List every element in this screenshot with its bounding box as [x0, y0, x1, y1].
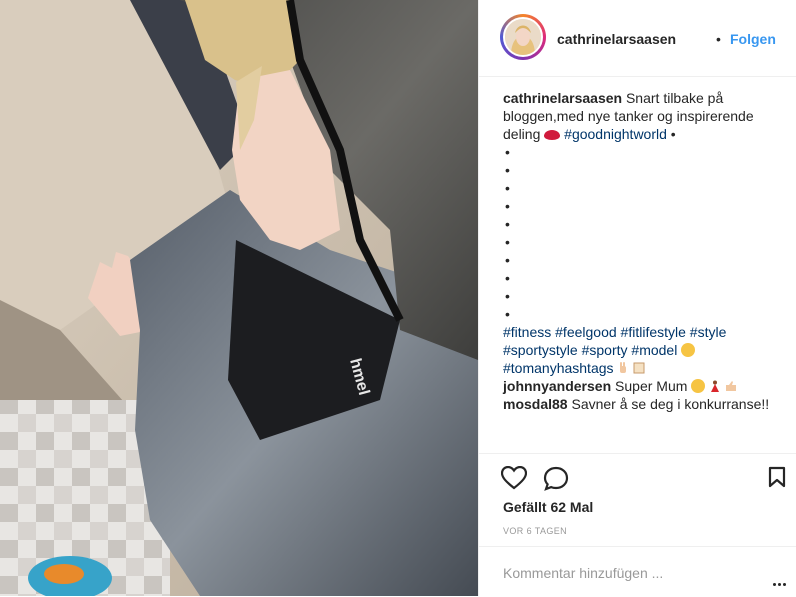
- follow-button[interactable]: Folgen: [730, 31, 776, 47]
- hashtag-feelgood[interactable]: #feelgood: [555, 324, 617, 340]
- add-comment-section: [479, 546, 796, 597]
- comment-item: mosdal88 Savner å se deg i konkurranse!!: [503, 395, 785, 413]
- comment-text: Super Mum: [615, 378, 688, 394]
- comments-list: cathrinelarsaasen Snart tilbake på blogg…: [503, 89, 785, 413]
- post-photo-illustration: hmel: [0, 0, 478, 596]
- hashtag-fitness[interactable]: #fitness: [503, 324, 551, 340]
- caption-username[interactable]: cathrinelarsaasen: [503, 90, 622, 106]
- bullet-line: •: [505, 216, 510, 232]
- action-bar: [479, 453, 796, 491]
- post-header: cathrinelarsaasen • Folgen: [479, 0, 796, 77]
- caption: cathrinelarsaasen Snart tilbake på blogg…: [503, 89, 785, 143]
- separator-dot: •: [716, 31, 721, 47]
- likes-count[interactable]: Gefällt 62 Mal: [503, 499, 593, 515]
- comment-item: johnnyandersen Super Mum: [503, 377, 785, 395]
- scroll-emoji-icon: [633, 362, 645, 374]
- bullet-line: •: [505, 162, 510, 178]
- dancer-emoji-icon: [711, 380, 720, 392]
- hashtag-tomanyhashtags[interactable]: #tomanyhashtags: [503, 360, 614, 376]
- bullet-line: •: [505, 144, 510, 160]
- bullet-line: •: [505, 180, 510, 196]
- post-timestamp[interactable]: VOR 6 TAGEN: [503, 526, 567, 536]
- heart-icon[interactable]: [500, 465, 528, 495]
- comment-bubble-icon[interactable]: [543, 466, 569, 496]
- avatar[interactable]: [503, 17, 543, 57]
- hashtag-sporty[interactable]: #sporty: [582, 342, 628, 358]
- hashtag-sportystyle[interactable]: #sportystyle: [503, 342, 578, 358]
- bullet-line: •: [505, 306, 510, 322]
- thumbs-up-emoji-icon: [726, 381, 737, 391]
- hashtag-style[interactable]: #style: [690, 324, 727, 340]
- caption-hashtags: #fitness #feelgood #fitlifestyle #style …: [503, 323, 785, 377]
- star-struck-emoji-icon: [681, 343, 696, 357]
- comment-username[interactable]: mosdal88: [503, 396, 568, 412]
- post-username[interactable]: cathrinelarsaasen: [557, 31, 676, 47]
- hugging-face-emoji-icon: [691, 379, 706, 393]
- post-details-panel: cathrinelarsaasen • Folgen cathrinelarsa…: [478, 0, 796, 596]
- hashtag-goodnightworld[interactable]: #goodnightworld: [564, 126, 667, 142]
- bullet-line: •: [505, 288, 510, 304]
- comment-input[interactable]: [503, 565, 743, 581]
- caption-bullets: • • • • • • • • • •: [503, 143, 785, 323]
- bullet-line: •: [505, 270, 510, 286]
- bookmark-icon[interactable]: [768, 466, 786, 493]
- hashtag-model[interactable]: #model: [631, 342, 677, 358]
- bullet-line: •: [505, 252, 510, 268]
- story-ring[interactable]: [500, 14, 546, 60]
- bullet-line: •: [505, 198, 510, 214]
- bullet-line: •: [505, 234, 510, 250]
- comment-text: Savner å se deg i konkurranse!!: [571, 396, 770, 412]
- hashtag-fitlifestyle[interactable]: #fitlifestyle: [621, 324, 686, 340]
- lips-emoji-icon: [544, 130, 561, 140]
- post-photo[interactable]: hmel: [0, 0, 478, 596]
- victory-hand-emoji-icon: [620, 362, 627, 373]
- comment-username[interactable]: johnnyandersen: [503, 378, 611, 394]
- more-options-icon[interactable]: [773, 573, 788, 591]
- avatar-image: [505, 19, 541, 55]
- caption-bullet: •: [670, 126, 676, 142]
